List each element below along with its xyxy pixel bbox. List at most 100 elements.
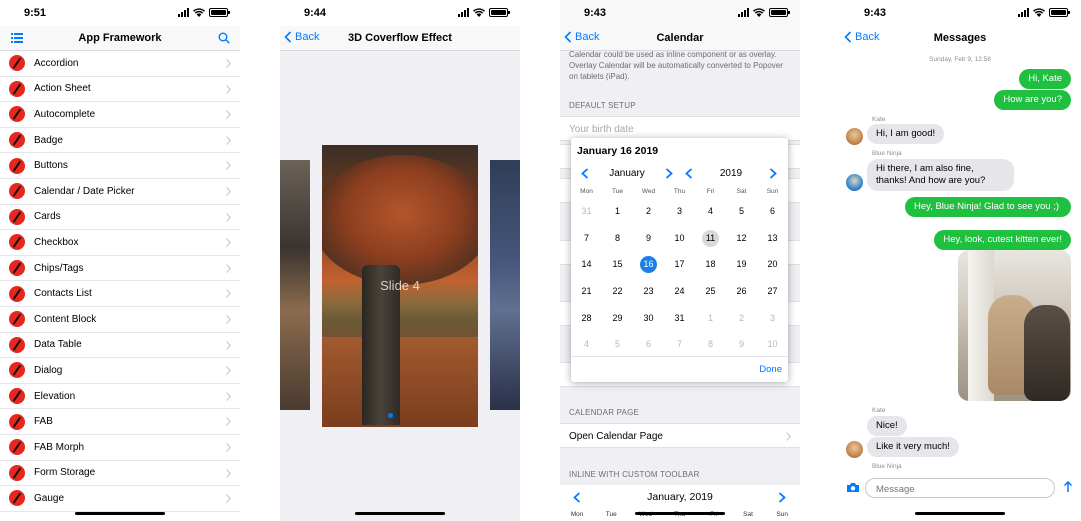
framework-logo-icon xyxy=(9,80,25,97)
list-item[interactable]: Elevation xyxy=(0,384,240,410)
day-cell[interactable]: 26 xyxy=(726,282,757,300)
chevron-right-icon xyxy=(226,315,231,324)
send-icon[interactable] xyxy=(1063,481,1073,493)
search-icon[interactable] xyxy=(218,32,230,44)
message-input[interactable] xyxy=(876,484,1046,495)
day-cell[interactable]: 8 xyxy=(602,229,633,247)
day-cell[interactable]: 5 xyxy=(726,202,757,220)
list-item[interactable]: Buttons xyxy=(0,153,240,179)
day-cell[interactable]: 6 xyxy=(757,202,788,220)
open-calendar-page-link[interactable]: Open Calendar Page xyxy=(560,423,800,448)
list-item[interactable]: Autocomplete xyxy=(0,102,240,128)
day-number: 10 xyxy=(767,339,778,350)
day-cell[interactable]: 28 xyxy=(571,309,602,327)
day-cell[interactable]: 9 xyxy=(633,229,664,247)
day-number: 16 xyxy=(640,256,657,274)
day-cell[interactable]: 3 xyxy=(757,309,788,327)
coverflow-slide-next[interactable] xyxy=(490,160,520,410)
day-cell[interactable]: 18 xyxy=(695,255,726,273)
list-item[interactable]: Data Table xyxy=(0,333,240,359)
prev-month-icon[interactable] xyxy=(581,168,589,179)
day-cell[interactable]: 19 xyxy=(726,255,757,273)
message-photo[interactable] xyxy=(958,250,1071,401)
day-cell[interactable]: 27 xyxy=(757,282,788,300)
prev-year-icon[interactable] xyxy=(685,168,693,179)
page-title: 3D Coverflow Effect xyxy=(348,32,452,44)
camera-icon[interactable] xyxy=(846,482,860,493)
list-item[interactable]: Action Sheet xyxy=(0,77,240,103)
day-cell[interactable]: 31 xyxy=(571,202,602,220)
day-cell[interactable]: 15 xyxy=(602,255,633,273)
home-indicator xyxy=(635,512,725,515)
day-cell[interactable]: 7 xyxy=(664,335,695,353)
day-cell[interactable]: 7 xyxy=(571,229,602,247)
day-cell[interactable]: 8 xyxy=(695,335,726,353)
list-item[interactable]: Calendar / Date Picker xyxy=(0,179,240,205)
chevron-right-icon xyxy=(226,59,231,68)
coverflow-slide-previous[interactable] xyxy=(280,160,310,410)
day-cell[interactable]: 1 xyxy=(602,202,633,220)
day-cell[interactable]: 9 xyxy=(726,335,757,353)
day-cell[interactable]: 4 xyxy=(695,202,726,220)
day-cell[interactable]: 23 xyxy=(633,282,664,300)
day-number: 25 xyxy=(705,286,716,297)
day-cell[interactable]: 31 xyxy=(664,309,695,327)
next-month-icon[interactable] xyxy=(665,168,673,179)
list-item-label: Form Storage xyxy=(34,467,96,479)
day-cell[interactable]: 17 xyxy=(664,255,695,273)
day-cell[interactable]: 1 xyxy=(695,309,726,327)
list-item[interactable]: Form Storage xyxy=(0,461,240,487)
chevron-right-icon xyxy=(226,443,231,452)
day-cell[interactable]: 25 xyxy=(695,282,726,300)
done-button[interactable]: Done xyxy=(759,364,782,375)
list-item[interactable]: Gauge xyxy=(0,486,240,512)
day-cell[interactable]: 2 xyxy=(726,309,757,327)
day-cell[interactable]: 20 xyxy=(757,255,788,273)
day-cell[interactable]: 30 xyxy=(633,309,664,327)
day-cell-current[interactable]: 11 xyxy=(695,229,726,247)
day-number: 31 xyxy=(674,312,685,323)
day-cell[interactable]: 3 xyxy=(664,202,695,220)
day-number: 28 xyxy=(581,312,592,323)
day-cell[interactable]: 21 xyxy=(571,282,602,300)
day-cell-selected[interactable]: 16 xyxy=(633,255,664,274)
next-month-icon[interactable] xyxy=(778,492,786,503)
day-cell[interactable]: 2 xyxy=(633,202,664,220)
list-item-label: Data Table xyxy=(34,339,82,351)
list-item[interactable]: FAB xyxy=(0,409,240,435)
day-cell[interactable]: 4 xyxy=(571,335,602,353)
page-title: Messages xyxy=(933,32,987,44)
list-item[interactable]: Dialog xyxy=(0,358,240,384)
list-item[interactable]: Chips/Tags xyxy=(0,256,240,282)
list-item-label: Badge xyxy=(34,134,63,146)
next-year-icon[interactable] xyxy=(769,168,777,179)
framework-logo-icon xyxy=(9,132,25,149)
day-cell[interactable]: 13 xyxy=(757,229,788,247)
day-cell[interactable]: 10 xyxy=(664,229,695,247)
coverflow-slide-active[interactable]: Slide 4 xyxy=(322,145,478,427)
day-number: 29 xyxy=(612,312,623,323)
day-cell[interactable]: 12 xyxy=(726,229,757,247)
day-cell[interactable]: 6 xyxy=(633,335,664,353)
day-cell[interactable]: 29 xyxy=(602,309,633,327)
list-item[interactable]: Checkbox xyxy=(0,230,240,256)
list-item[interactable]: Contacts List xyxy=(0,281,240,307)
status-bar: 9:43 xyxy=(840,0,1080,26)
day-cell[interactable]: 5 xyxy=(602,335,633,353)
day-cell[interactable]: 10 xyxy=(757,335,788,353)
framework-logo-icon xyxy=(9,490,25,507)
list-item[interactable]: Badge xyxy=(0,128,240,154)
list-item[interactable]: Content Block xyxy=(0,307,240,333)
day-number: 5 xyxy=(738,206,744,217)
day-cell[interactable]: 14 xyxy=(571,255,602,273)
day-cell[interactable]: 22 xyxy=(602,282,633,300)
list-item[interactable]: Cards xyxy=(0,205,240,231)
list-item[interactable]: FAB Morph xyxy=(0,435,240,461)
avatar xyxy=(846,174,863,191)
list-item[interactable]: Accordion xyxy=(0,51,240,77)
pagination-dot[interactable] xyxy=(388,413,393,418)
list-item-label: FAB xyxy=(34,416,53,428)
section-header-default-setup: DEFAULT SETUP xyxy=(569,101,636,110)
day-cell[interactable]: 24 xyxy=(664,282,695,300)
list-item-label: Elevation xyxy=(34,390,76,402)
